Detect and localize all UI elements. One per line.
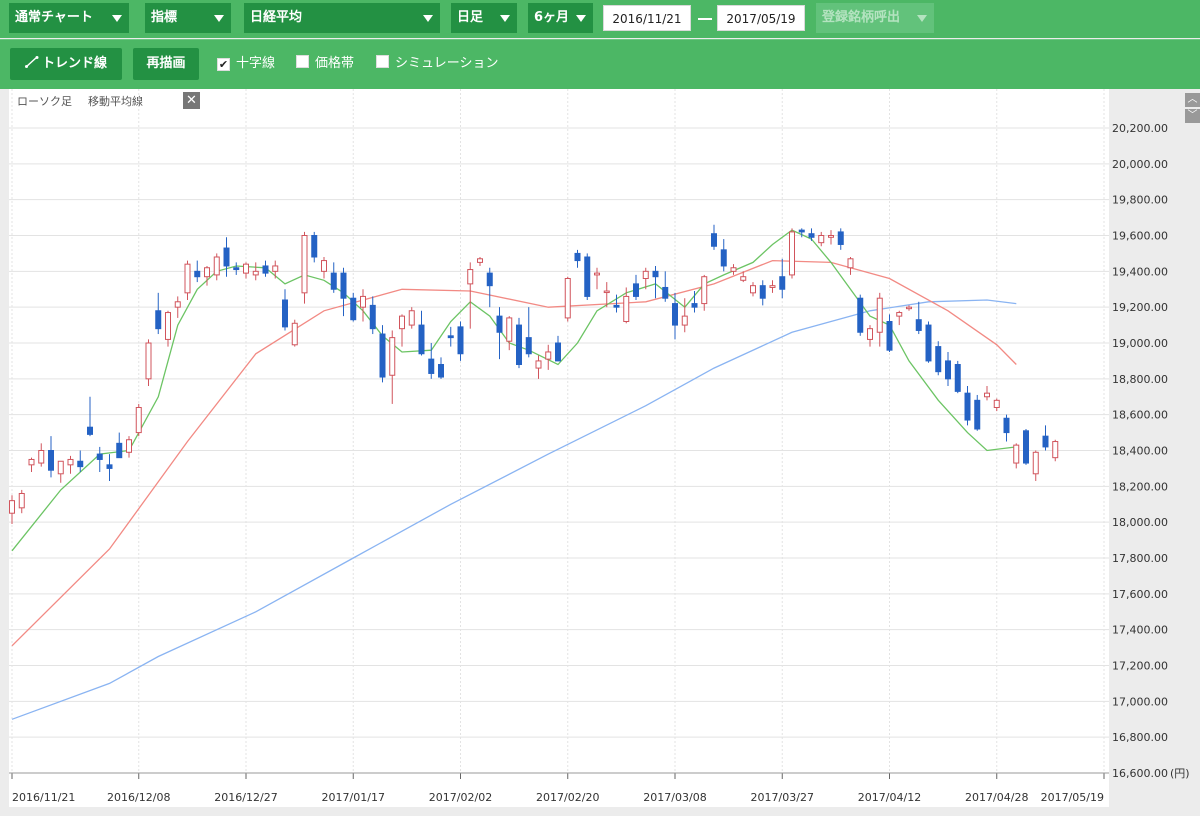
saved-symbols-label: 登録銘柄呼出 [822,10,901,25]
y-tick-label: 19,800.00 [1112,194,1168,207]
legend-moving-average: 移動平均線 [88,95,143,108]
y-tick-label: 17,800.00 [1112,552,1168,565]
legend-candle: ローソク足 [17,95,72,108]
close-icon[interactable]: ✕ [183,92,200,109]
legend: ローソク足 移動平均線 [17,93,159,111]
chevron-down-icon[interactable]: ﹀ [1185,109,1200,123]
simulation-label: シミュレーション [395,56,499,71]
y-tick-label: 17,200.00 [1112,660,1168,673]
symbol-dropdown[interactable]: 日経平均 [244,3,440,33]
y-tick-label: 20,200.00 [1112,122,1168,135]
y-tick-label: 16,600.00 [1112,767,1168,780]
chevron-up-icon[interactable]: ︿ [1185,93,1200,107]
chart-type-label: 通常チャート [15,10,93,25]
y-tick-label: 17,000.00 [1112,695,1168,708]
y-tick-label: 19,200.00 [1112,301,1168,314]
y-tick-label: 18,200.00 [1112,480,1168,493]
chevron-down-icon [423,15,433,22]
price-band-toggle[interactable]: 価格帯 [296,54,354,74]
y-tick-label: 18,800.00 [1112,373,1168,386]
interval-label: 日足 [457,10,484,25]
period-label: 6ヶ月 [534,10,570,25]
y-tick-label: 20,000.00 [1112,158,1168,171]
y-tick-label: 18,600.00 [1112,409,1168,422]
date-from-field[interactable]: 2016/11/21 [603,5,691,31]
y-tick-label: 17,400.00 [1112,624,1168,637]
chart-type-dropdown[interactable]: 通常チャート [9,3,129,33]
chevron-down-icon [500,15,510,22]
trend-line-label: トレンド線 [41,56,107,71]
y-tick-label: 16,800.00 [1112,731,1168,744]
indicator-label: 指標 [151,10,178,25]
checkbox-checked-icon: ✔ [217,58,230,71]
trend-line-icon [24,56,39,68]
symbol-label: 日経平均 [250,10,303,25]
interval-dropdown[interactable]: 日足 [451,3,517,33]
y-tick-label: 18,400.00 [1112,445,1168,458]
indicator-dropdown[interactable]: 指標 [145,3,231,33]
chevron-down-icon [917,15,927,22]
y-tick-label: 19,400.00 [1112,265,1168,278]
toolbar-bottom: トレンド線 再描画 ✔ 十字線 価格帯 シミュレーション [0,39,1200,89]
chevron-down-icon [576,15,586,22]
saved-symbols-dropdown[interactable]: 登録銘柄呼出 [816,3,934,33]
chart-area[interactable] [9,89,1109,807]
checkbox-unchecked-icon [376,55,389,68]
checkbox-unchecked-icon [296,55,309,68]
redraw-button[interactable]: 再描画 [133,48,199,80]
y-unit-label: (円) [1170,767,1190,780]
date-to-field[interactable]: 2017/05/19 [717,5,805,31]
period-dropdown[interactable]: 6ヶ月 [528,3,593,33]
chevron-down-icon [214,15,224,22]
y-tick-label: 18,000.00 [1112,516,1168,529]
simulation-toggle[interactable]: シミュレーション [376,54,498,74]
y-tick-label: 19,000.00 [1112,337,1168,350]
toolbar-top: 通常チャート 指標 日経平均 日足 6ヶ月 2016/11/21 2017/05… [0,0,1200,38]
chevron-down-icon [112,15,122,22]
crosshair-toggle[interactable]: ✔ 十字線 [217,54,275,74]
y-tick-label: 17,600.00 [1112,588,1168,601]
crosshair-label: 十字線 [236,56,276,71]
trend-line-button[interactable]: トレンド線 [10,48,122,80]
y-tick-label: 19,600.00 [1112,230,1168,243]
date-range-separator [698,18,712,20]
price-band-label: 価格帯 [315,56,355,71]
